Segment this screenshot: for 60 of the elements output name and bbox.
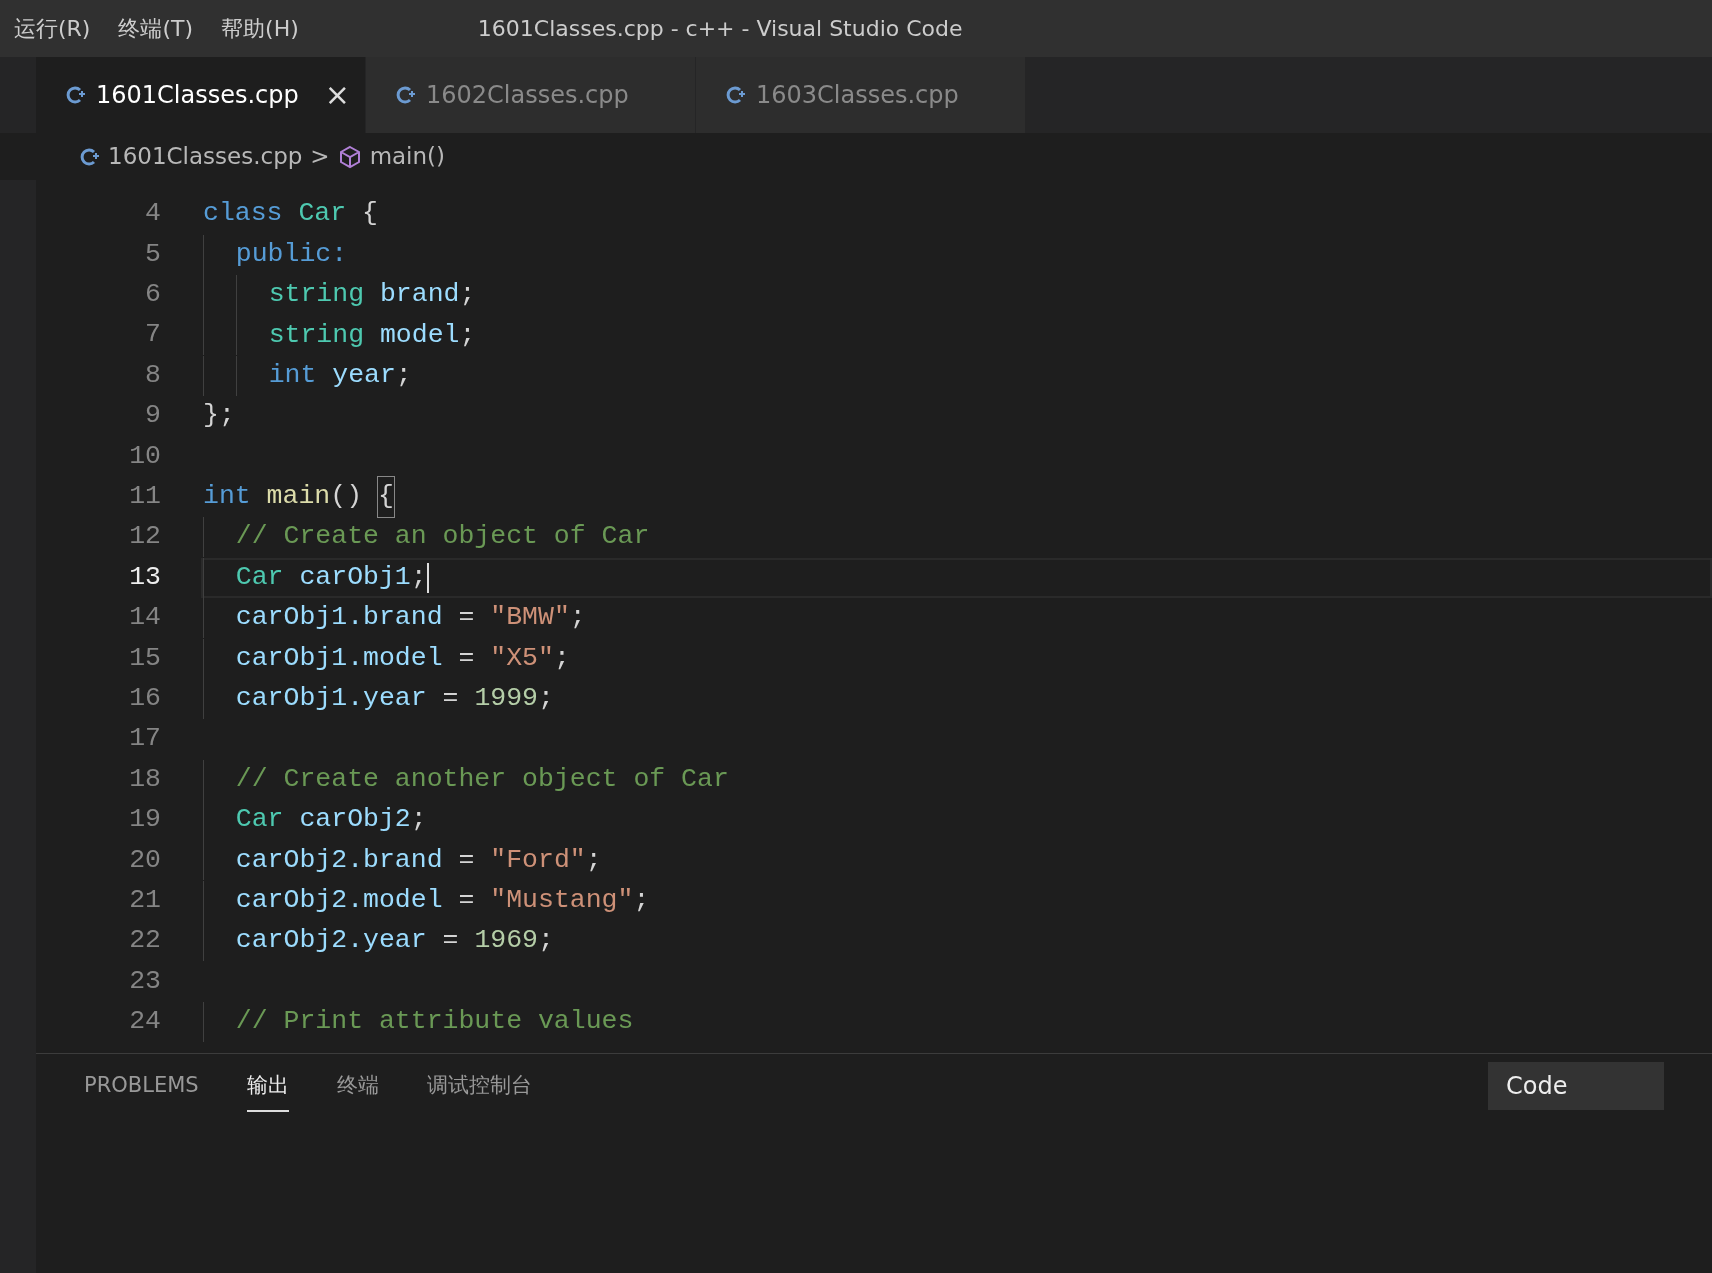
line-number: 4: [144, 197, 161, 231]
editor-tab[interactable]: 1603Classes.cpp: [696, 57, 1026, 133]
line-number: 16: [128, 682, 161, 715]
line-number: 22: [128, 924, 161, 958]
menu-item[interactable]: 终端(T): [104, 12, 208, 45]
code-line: carObj2.model = "Mustang";: [201, 880, 1712, 922]
line-number: 12: [128, 520, 161, 554]
line-number: 17: [128, 722, 161, 756]
line-number: 18: [128, 762, 161, 796]
line-number: 8: [144, 358, 161, 392]
menu-item[interactable]: 帮助(H): [207, 12, 313, 45]
line-number: 14: [128, 601, 161, 635]
line-number: 15: [128, 641, 161, 675]
line-number: 23: [128, 964, 161, 998]
line-number: 7: [144, 318, 161, 352]
breadcrumb-separator: >: [310, 142, 330, 172]
close-icon[interactable]: ×: [324, 80, 350, 110]
output-channel-dropdown[interactable]: Code: [1488, 1062, 1664, 1110]
line-number: 19: [128, 803, 161, 837]
panel-tab[interactable]: 调试控制台: [426, 1062, 532, 1112]
code-line: carObj2.year = 1969;: [201, 921, 1712, 962]
line-number: 5: [144, 237, 161, 271]
panel-tab[interactable]: 输出: [246, 1062, 289, 1112]
code-line: string model;: [201, 315, 1712, 356]
code-line: // Print attribute values: [201, 1001, 1712, 1043]
cpp-file-icon: [66, 85, 86, 105]
code-line: carObj1.year = 1999;: [201, 678, 1712, 720]
cpp-file-icon: [396, 85, 416, 105]
cube-icon: [337, 144, 362, 169]
code-line: public:: [201, 234, 1712, 275]
window-title: 1601Classes.cpp - c++ - Visual Studio Code: [477, 15, 963, 43]
text-cursor: [426, 562, 429, 593]
line-number: 11: [128, 480, 161, 514]
line-number: 6: [144, 278, 161, 312]
code-line: carObj1.model = "X5";: [201, 638, 1712, 679]
code-line: };: [202, 399, 236, 433]
line-number: 20: [128, 843, 161, 877]
line-number: 10: [128, 439, 161, 473]
panel-tab[interactable]: 终端: [336, 1062, 379, 1112]
cpp-file-icon: [80, 146, 100, 167]
cpp-file-icon: [726, 85, 746, 105]
code-line: carObj1.brand = "BMW";: [201, 597, 1712, 639]
code-line: carObj2.brand = "Ford";: [201, 840, 1712, 881]
editor-tab[interactable]: 1601Classes.cpp ×: [36, 57, 366, 133]
code-line: // Create an object of Car: [201, 517, 1712, 558]
line-number: 21: [128, 883, 161, 917]
code-line: int main() {: [201, 476, 1712, 518]
breadcrumb-item[interactable]: 1601Classes.cpp: [108, 139, 303, 174]
line-number: 9: [144, 399, 161, 433]
code-line: string brand;: [201, 274, 1712, 316]
editor-tab[interactable]: 1602Classes.cpp: [366, 57, 696, 133]
breadcrumb-item[interactable]: main(): [369, 139, 446, 174]
code-line: Car carObj2;: [201, 799, 1712, 841]
menu-item[interactable]: 运行(R): [0, 12, 105, 45]
panel-tab[interactable]: PROBLEMS: [84, 1062, 199, 1112]
line-number: 13: [128, 560, 161, 594]
code-line: class Car {: [202, 197, 379, 231]
code-line: // Create another object of Car: [201, 759, 1712, 800]
line-number: 24: [128, 1005, 161, 1039]
code-line: int year;: [201, 355, 1712, 396]
